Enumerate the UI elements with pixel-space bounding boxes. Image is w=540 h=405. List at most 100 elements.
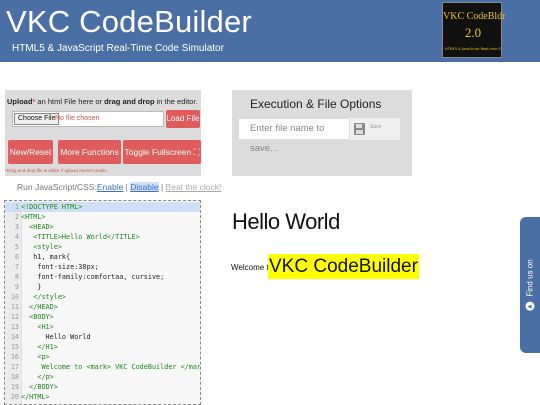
code-text: </BODY> — [21, 383, 58, 391]
code-text: Welcome to <mark> VKC CodeBuilder </mark… — [21, 363, 201, 371]
code-text: </p> — [21, 373, 54, 381]
more-functions-button[interactable]: More Functions — [58, 140, 121, 164]
no-file-status: No file chosen — [55, 115, 100, 122]
code-text: font-size:38px; — [21, 263, 99, 271]
new-reset-button[interactable]: New/Reset — [8, 140, 53, 164]
code-line[interactable]: 3 <HEAD> — [5, 222, 200, 232]
line-number: 20 — [10, 393, 19, 401]
line-number: 16 — [10, 353, 19, 361]
line-number: 15 — [10, 343, 19, 351]
disable-js-link[interactable]: Disable — [130, 182, 159, 192]
upload-hint-drag: drag and drop — [104, 97, 155, 106]
upload-hint-mid: an html File here or — [35, 97, 105, 106]
code-text: font-family:comfortaa, cursive; — [21, 273, 165, 281]
code-line[interactable]: 7 font-size:38px; — [5, 262, 200, 272]
load-file-button[interactable]: Load File — [166, 110, 200, 128]
preview-heading: Hello World — [232, 209, 340, 234]
upload-hint-upload: Upload — [7, 97, 33, 106]
app-subtitle: HTML5 & JavaScript Real-Time Code Simula… — [12, 43, 224, 54]
code-line[interactable]: 19 </BODY> — [5, 382, 200, 392]
logo-version: 2.0 — [464, 25, 482, 40]
execution-title: Execution & File Options — [250, 97, 382, 111]
line-number: 19 — [10, 383, 19, 391]
toggle-fullscreen-button[interactable]: Toggle Fullscreen ⛶ — [123, 140, 201, 164]
code-line[interactable]: 15 </H1> — [5, 342, 200, 352]
line-number: 2 — [14, 213, 19, 221]
code-line[interactable]: 2 <HTML> — [5, 212, 200, 222]
run-js-separator-2: | — [158, 182, 166, 192]
code-line[interactable]: 13 <H1> — [5, 322, 200, 332]
code-line[interactable]: 9 } — [5, 282, 200, 292]
save-label: Save — [370, 124, 382, 130]
line-number: 8 — [14, 273, 19, 281]
code-text: <style> — [21, 243, 62, 251]
run-js-options: Run JavaScript/CSS:Enable | Disable | Be… — [17, 182, 221, 192]
find-us-label: Find us on — [525, 259, 535, 297]
line-number: 17 — [10, 363, 19, 371]
code-line[interactable]: 14 Hello World — [5, 332, 200, 342]
line-number: 4 — [14, 233, 19, 241]
code-line[interactable]: 1 <!DOCTYPE HTML> — [5, 202, 200, 212]
code-line[interactable]: 10 </style> — [5, 292, 200, 302]
upload-note: *Drag and drop file in editor if upload … — [5, 168, 108, 173]
code-editor[interactable]: 1 <!DOCTYPE HTML> 2 <HTML> 3 <HEAD> 4 <TITLE>… — [4, 200, 201, 405]
logo-tagline: HTML5 & JavaScript Real-time Simulator — [445, 47, 501, 51]
code-text: </HTML> — [21, 393, 50, 401]
app-title: VKC CodeBuilder — [6, 4, 252, 39]
upload-hint: Upload* an html File here or drag and dr… — [7, 97, 198, 106]
code-line[interactable]: 4 <TITLE>Hello World</TITLE> — [5, 232, 200, 242]
line-number: 6 — [14, 253, 19, 261]
upload-hint-end: in the editor. — [154, 97, 198, 106]
file-input[interactable]: Choose File No file chosen — [12, 111, 164, 127]
code-text: <!DOCTYPE HTML> — [21, 203, 83, 211]
execution-panel: Execution & File Options Enter file name… — [232, 90, 412, 176]
code-line[interactable]: 16 <p> — [5, 352, 200, 362]
code-text: <TITLE>Hello World</TITLE> — [21, 233, 140, 241]
line-number: 11 — [10, 303, 19, 311]
line-number: 18 — [10, 373, 19, 381]
line-number: 5 — [14, 243, 19, 251]
save-button[interactable]: Save — [350, 118, 400, 140]
header-bar: VKC CodeBuilder HTML5 & JavaScript Real-… — [0, 0, 540, 62]
find-us-content: Find us on — [525, 259, 535, 311]
code-line[interactable]: 5 <style> — [5, 242, 200, 252]
find-us-tab[interactable]: Find us on — [520, 217, 540, 353]
code-line[interactable]: 18 </p> — [5, 372, 200, 382]
code-line[interactable]: 11 </HEAD> — [5, 302, 200, 312]
logo-name: VKC CodeBldr — [443, 11, 506, 22]
enable-js-link[interactable]: Enable — [97, 182, 123, 192]
save-icon — [354, 123, 365, 135]
line-number: 14 — [10, 333, 19, 341]
code-line[interactable]: 17 Welcome to <mark> VKC CodeBuilder </m… — [5, 362, 201, 372]
choose-file-button[interactable]: Choose File — [14, 113, 60, 125]
run-js-label: Run JavaScript/CSS: — [17, 182, 97, 192]
code-text: </HEAD> — [21, 303, 58, 311]
line-number: 13 — [10, 323, 19, 331]
code-text: <BODY> — [21, 313, 54, 321]
line-number: 1 — [14, 203, 19, 211]
code-text: <H1> — [21, 323, 54, 331]
code-text: </H1> — [21, 343, 58, 351]
code-text: <HEAD> — [21, 223, 54, 231]
preview-mark: VKC CodeBuilder — [268, 254, 419, 279]
line-number: 3 — [14, 223, 19, 231]
app-logo: VKC CodeBldr 2.0 HTML5 & JavaScript Real… — [442, 2, 506, 58]
code-text: <HTML> — [21, 213, 46, 221]
code-text: <p> — [21, 353, 50, 361]
preview-paragraph: Welcome to — [231, 263, 274, 272]
line-number: 9 — [14, 283, 19, 291]
arrow-up-icon — [525, 301, 535, 311]
filename-input[interactable]: Enter file name to save... — [238, 118, 350, 154]
line-number: 7 — [14, 263, 19, 271]
code-line[interactable]: 20 </HTML> — [5, 392, 200, 402]
code-text: Hello World — [21, 333, 91, 341]
code-text: } — [21, 283, 42, 291]
beat-clock-link[interactable]: Beat the clock! — [166, 182, 222, 192]
code-line[interactable]: 6 h1, mark{ — [5, 252, 200, 262]
upload-panel: Upload* an html File here or drag and dr… — [5, 90, 201, 176]
line-number: 10 — [10, 293, 19, 301]
code-line[interactable]: 12 <BODY> — [5, 312, 200, 322]
code-line[interactable]: 8 font-family:comfortaa, cursive; — [5, 272, 200, 282]
code-text: h1, mark{ — [21, 253, 71, 261]
line-number: 12 — [10, 313, 19, 321]
